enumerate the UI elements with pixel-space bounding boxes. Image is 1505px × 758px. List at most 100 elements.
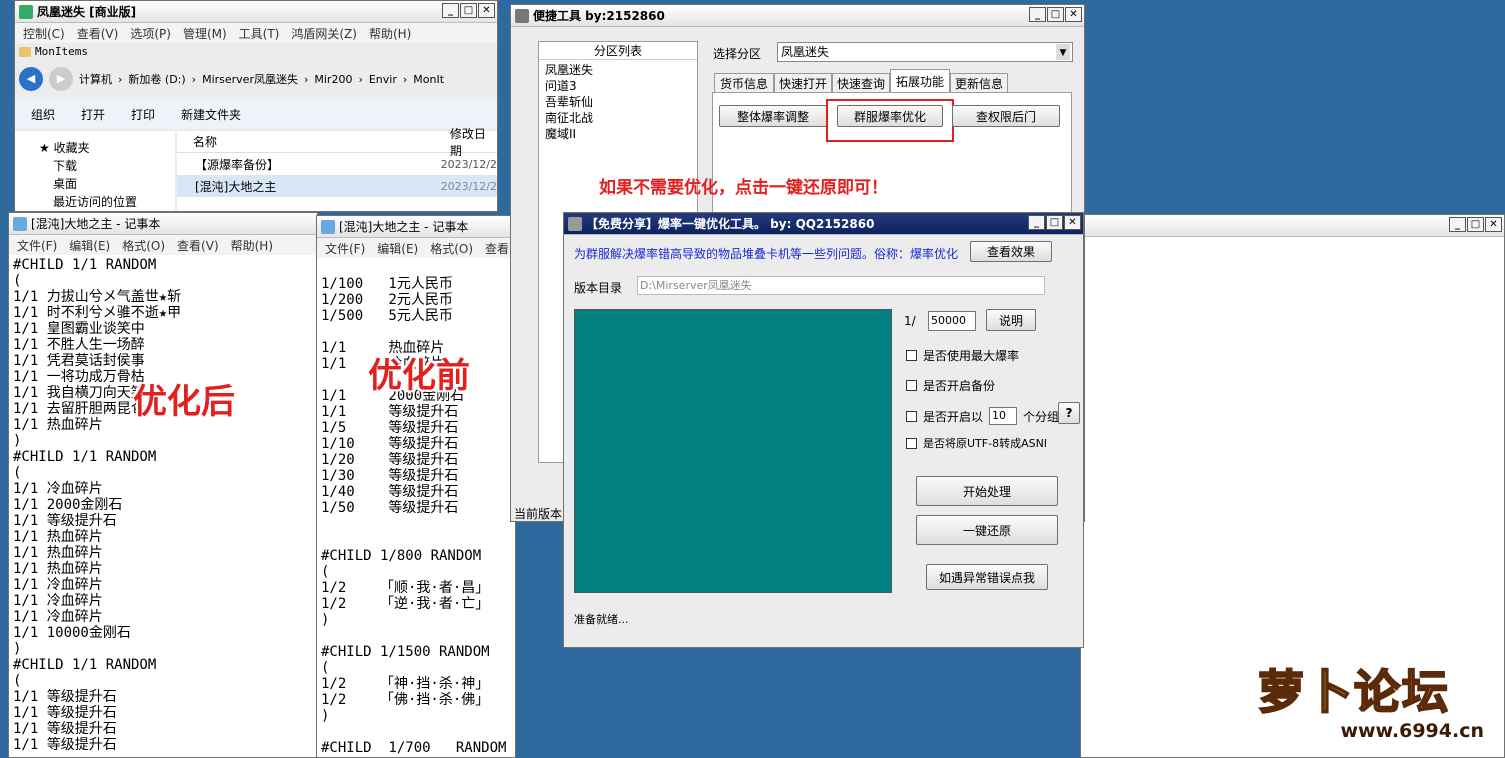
dir-input[interactable]: D:\Mirserver凤凰迷失 [637,276,1045,295]
close-button[interactable]: ✕ [1064,215,1081,230]
select-label: 选择分区 [713,47,762,61]
group-rate-button[interactable]: 群服爆率优化 [837,105,943,127]
menu-item[interactable]: 查看(V) [77,25,119,42]
partition-select[interactable]: 凤凰迷失 ▼ [777,42,1073,62]
error-report-button[interactable]: 如遇异常错误点我 [926,564,1048,590]
minimize-button[interactable]: _ [1029,7,1046,22]
app-icon [568,216,582,231]
chevron-down-icon: ▼ [1056,44,1070,60]
notepad-text[interactable]: 1/100 1元人民币 1/200 2元人民币 1/500 5元人民币 1/1 … [317,258,515,757]
group-count-input[interactable]: 10 [989,407,1018,425]
minimize-button[interactable]: _ [1028,215,1045,230]
notepad-text[interactable]: #CHILD 1/1 RANDOM ( 1/1 力拔山兮メ气盖世★斩 1/1 时… [9,255,317,757]
notepad-menu: 文件(F) 编辑(E) 格式(O) 查看(V) 帮助(H) [9,235,317,255]
back-icon[interactable]: ◀ [19,67,43,91]
menu-item[interactable]: 帮助(H) [231,237,273,254]
explorer-window: 凤凰迷失 [商业版] _ □ ✕ 控制(C) 查看(V) 选项(P) 管理(M) 工具(T)… [14,0,498,212]
nav-pane: ★ 收藏夹 下载 桌面 最近访问的位置 [15,131,175,211]
nav-recent[interactable]: 最近访问的位置 [39,193,175,211]
menu-item[interactable]: 鸿盾网关(Z) [291,25,357,42]
minimize-button[interactable]: _ [442,3,459,18]
explorer-subtitle: MonItems [19,45,88,58]
help-button[interactable]: ? [1058,402,1080,424]
app-icon [19,4,33,19]
tab-updates[interactable]: 更新信息 [950,73,1008,93]
menu-item[interactable]: 格式(O) [122,237,165,254]
notepad-icon [13,216,27,231]
list-item[interactable]: 南征北战 [545,110,691,126]
tab-quick-query[interactable]: 快速查询 [832,73,890,93]
close-button[interactable]: ✕ [1485,217,1502,232]
open-button[interactable]: 打开 [81,106,105,123]
group-checkbox[interactable]: 是否开启以 10 个分组 [906,407,1059,425]
tab-quick-open[interactable]: 快速打开 [774,73,832,93]
overall-rate-button[interactable]: 整体爆率调整 [719,105,827,127]
menu-item[interactable]: 管理(M) [183,25,227,42]
menu-item[interactable]: 文件(F) [325,240,365,257]
menu-item[interactable]: 查看(V) [177,237,219,254]
list-item[interactable]: 凤凰迷失 [545,62,691,78]
tab-currency[interactable]: 货币信息 [714,73,774,93]
path-segment[interactable]: Envir [369,73,397,86]
quick-titlebar: 便捷工具 by:2152860 _ □ ✕ [511,5,1084,27]
explain-button[interactable]: 说明 [986,309,1036,331]
max-rate-checkbox[interactable]: 是否使用最大爆率 [906,347,1019,364]
maximize-button[interactable]: □ [1046,215,1063,230]
forward-icon[interactable]: ▶ [49,67,73,91]
file-list: 名称 修改日期 【源爆率备份】 2023/12/2 [混沌]大地之主 2023/12/… [177,127,497,211]
menu-item[interactable]: 格式(O) [430,240,473,257]
utf8-checkbox[interactable]: 是否将原UTF-8转成ASNI [906,435,1047,451]
col-date-header[interactable]: 修改日期 [446,125,497,159]
dir-label: 版本目录 [574,281,623,295]
menu-item[interactable]: 帮助(H) [369,25,411,42]
list-header: 分区列表 [539,42,697,60]
menu-item[interactable]: 控制(C) [23,25,65,42]
optimize-tool-window: 【免费分享】爆率一键优化工具。 by: QQ2152860 _ □ ✕ 为群服解决爆… [563,212,1084,648]
backup-checkbox[interactable]: 是否开启备份 [906,377,995,394]
notepad-menu: 文件(F) 编辑(E) 格式(O) 查看 [317,238,515,258]
notepad-titlebar: [混沌]大地之主 - 记事本 [317,216,515,238]
view-effect-button[interactable]: 查看效果 [970,241,1052,262]
list-item[interactable]: 问道3 [545,78,691,94]
list-item[interactable]: 吾辈斩仙 [545,94,691,110]
menu-item[interactable]: 编辑(E) [377,240,418,257]
print-button[interactable]: 打印 [131,106,155,123]
close-button[interactable]: ✕ [1065,7,1082,22]
menu-item[interactable]: 工具(T) [239,25,280,42]
list-item[interactable]: 魔域II [545,126,691,142]
instruction-note: 如果不需要优化，点击一键还原即可！ [599,178,888,198]
notepad-window-before: [混沌]大地之主 - 记事本 文件(F) 编辑(E) 格式(O) 查看 1/100 1… [316,215,516,758]
status-bar: 当前版本 [514,507,563,521]
path-segment[interactable]: 计算机 [79,71,112,87]
nav-downloads[interactable]: 下载 [39,157,175,175]
organize-button[interactable]: 组织 [31,106,55,123]
close-button[interactable]: ✕ [478,3,495,18]
path-segment[interactable]: 新加卷 (D:) [128,71,185,87]
path-segment[interactable]: MonIt [413,73,444,86]
ratio-input[interactable]: 50000 [928,311,976,331]
maximize-button[interactable]: □ [1047,7,1064,22]
nav-desktop[interactable]: 桌面 [39,175,175,193]
status-text: 准备就绪... [574,613,629,626]
explorer-title: 凤凰迷失 [商业版] [37,5,137,19]
path-segment[interactable]: Mir200 [314,73,352,86]
menu-item[interactable]: 查看 [485,240,509,257]
start-button[interactable]: 开始处理 [916,476,1058,506]
restore-button[interactable]: 一键还原 [916,515,1058,545]
explorer-titlebar: 凤凰迷失 [商业版] _ □ ✕ [15,1,497,23]
col-name-header[interactable]: 名称 [177,133,446,150]
nav-favorites[interactable]: ★ 收藏夹 [39,139,175,157]
new-folder-button[interactable]: 新建文件夹 [181,106,241,123]
file-row[interactable]: [混沌]大地之主 2023/12/2 [177,175,497,197]
tab-extensions[interactable]: 拓展功能 [890,69,950,93]
maximize-button[interactable]: □ [460,3,477,18]
menu-item[interactable]: 文件(F) [17,237,57,254]
path-segment[interactable]: Mirserver凤凰迷失 [202,71,298,87]
description: 为群服解决爆率错高导致的物品堆叠卡机等一些列问题。俗称：爆率优化 [574,247,959,261]
menu-item[interactable]: 编辑(E) [69,237,110,254]
ratio-prefix: 1/ [904,314,916,328]
backdoor-check-button[interactable]: 查权限后门 [952,105,1060,127]
maximize-button[interactable]: □ [1467,217,1484,232]
minimize-button[interactable]: _ [1449,217,1466,232]
menu-item[interactable]: 选项(P) [130,25,171,42]
